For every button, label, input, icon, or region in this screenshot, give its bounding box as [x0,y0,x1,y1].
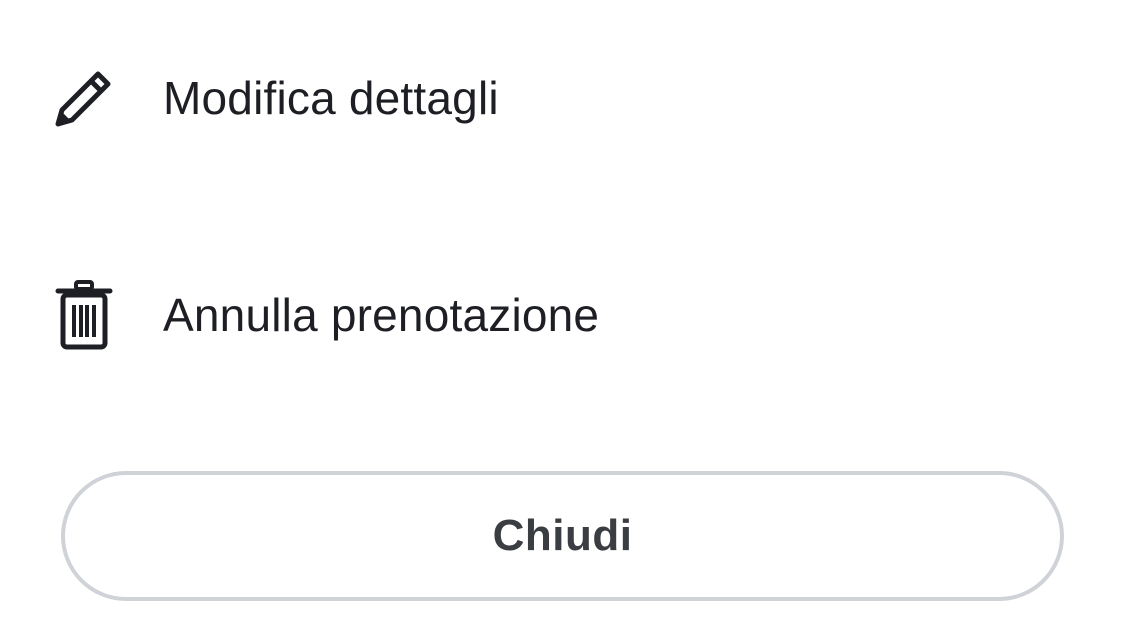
trash-icon [50,277,118,353]
cancel-booking-item[interactable]: Annulla prenotazione [0,255,1125,375]
edit-details-item[interactable]: Modifica dettagli [0,38,1125,158]
pencil-icon [50,60,118,136]
action-sheet: Modifica dettagli Annulla prenotazione C… [0,0,1125,625]
edit-details-label: Modifica dettagli [163,72,499,124]
close-button[interactable]: Chiudi [61,471,1064,601]
close-button-label: Chiudi [492,511,633,560]
cancel-booking-label: Annulla prenotazione [163,289,600,341]
